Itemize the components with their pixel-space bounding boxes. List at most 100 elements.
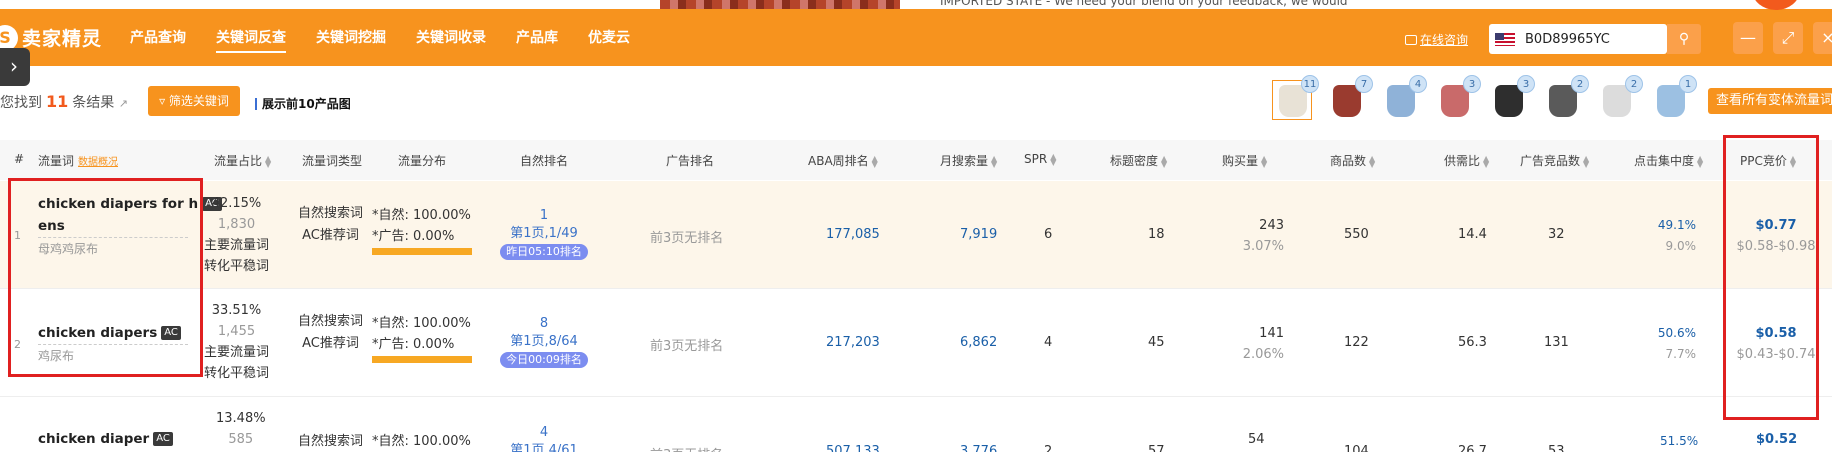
supply-demand-value: 14.4 (1458, 227, 1487, 242)
product-thumb[interactable]: 2 (1596, 75, 1643, 120)
aba-rank-value[interactable]: 507,133 (826, 444, 880, 452)
sort-icon[interactable]: ▲ ▼ (1161, 154, 1168, 168)
organic-rank-value[interactable]: 1 (498, 207, 590, 225)
organic-rank-page: 第1页,4/61 (510, 443, 578, 452)
col-traffic-share[interactable]: 流量占比 ▲ ▼ (214, 152, 272, 169)
sort-icon[interactable]: ▲ ▼ (1697, 154, 1704, 168)
product-thumb[interactable]: 1 (1650, 75, 1697, 120)
monthly-search-value[interactable]: 7,919 (960, 227, 997, 242)
col-product-count[interactable]: 商品数 ▲ ▼ (1330, 152, 1376, 169)
col-traffic-distribution: 流量分布 (398, 154, 447, 168)
sort-icon[interactable]: ▲ ▼ (1483, 154, 1490, 168)
asin-search-input[interactable]: B0D89965YC (1489, 24, 1667, 54)
search-button[interactable]: ⚲ (1667, 24, 1701, 54)
col-title-density[interactable]: 标题密度 ▲ ▼ (1110, 152, 1168, 169)
floating-assistant-icon[interactable] (1752, 0, 1800, 10)
ad-rank-value: 前3页无排名 (650, 339, 724, 354)
export-icon[interactable]: ↗ (119, 97, 128, 110)
monthly-search-value[interactable]: 3,776 (960, 444, 997, 452)
nav-product-library[interactable]: 产品库 (516, 27, 558, 53)
keyword-type-cell: 自然搜索词 AC推荐词 (298, 203, 363, 247)
organic-rank-page: 第1页,8/64 (510, 334, 578, 349)
filter-keywords-button[interactable]: ▿ 筛选关键词 (148, 86, 240, 116)
ppc-highlight-box (1723, 135, 1819, 420)
traffic-share-cell: 13.48% 585 (216, 408, 266, 450)
online-consult-link[interactable]: 在线咨询 (1405, 31, 1468, 48)
product-thumb[interactable]: 4 (1380, 75, 1427, 120)
col-aba-weekly-rank[interactable]: ABA周排名 ▲ ▼ (808, 152, 879, 169)
nav-youmaiyun[interactable]: 优麦云 (588, 27, 630, 53)
traffic-share-percent: 33.51% (211, 303, 262, 318)
aba-rank-value[interactable]: 177,085 (826, 227, 880, 242)
col-keyword-label: 流量词 (38, 154, 75, 168)
type-organic: 自然搜索词 (298, 206, 364, 221)
organic-rank-value[interactable]: 8 (498, 315, 590, 333)
minimize-button[interactable]: — (1733, 22, 1763, 54)
sort-icon[interactable]: ▲ ▼ (1050, 152, 1057, 166)
product-thumb[interactable]: 3 (1488, 75, 1535, 120)
col-organic-rank: 自然排名 (520, 154, 569, 168)
filter-keywords-label: 筛选关键词 (168, 94, 229, 108)
traffic-share-count: 585 (228, 432, 254, 447)
title-density-value: 18 (1148, 227, 1165, 242)
organic-rank-cell: 4 第1页,4/61 (498, 424, 590, 452)
thumb-count-badge: 4 (1409, 75, 1427, 93)
purchase-rate-value: 3.07% (1242, 239, 1284, 254)
product-thumb[interactable]: 3 (1434, 75, 1481, 120)
col-keyword[interactable]: 流量词 数据概况 (38, 152, 118, 169)
col-aba-label: ABA周排名 (808, 154, 869, 168)
click-concentration-secondary: 9.0% (1665, 239, 1697, 253)
col-supply-demand[interactable]: 供需比 ▲ ▼ (1444, 152, 1490, 169)
sort-icon[interactable]: ▲ ▼ (1369, 154, 1376, 168)
product-thumb[interactable]: 2 (1542, 75, 1589, 120)
purchases-value: 54 (1248, 432, 1265, 447)
aba-rank-value[interactable]: 217,203 (826, 335, 880, 350)
logo[interactable]: S 卖家精灵 (0, 24, 102, 51)
col-purchases[interactable]: 购买量 ▲ ▼ (1222, 152, 1268, 169)
us-flag-icon[interactable] (1495, 32, 1515, 46)
purchases-cell: 243 3.07% (1240, 215, 1284, 257)
spr-value: 4 (1044, 335, 1053, 350)
supply-demand-value: 26.7 (1458, 444, 1487, 452)
thumb-count-badge: 7 (1355, 75, 1373, 93)
keyword-text[interactable]: chicken diaper AC (38, 428, 173, 450)
sidebar-toggle[interactable]: › (0, 48, 30, 86)
thumb-count-badge: 2 (1625, 75, 1643, 93)
col-product-count-label: 商品数 (1330, 154, 1367, 168)
col-ad-competitors[interactable]: 广告竞品数 ▲ ▼ (1520, 152, 1590, 169)
title-density-value: 57 (1148, 444, 1165, 452)
top10-products-toggle[interactable]: 展示前10产品图 (255, 98, 351, 110)
product-thumb[interactable]: 7 (1326, 75, 1373, 120)
sort-icon[interactable]: ▲ ▼ (1583, 154, 1590, 168)
traffic-type-main: 主要流量词 (204, 238, 270, 253)
close-button[interactable]: × (1813, 22, 1832, 54)
type-ac-recommend: AC推荐词 (302, 228, 359, 243)
sort-icon[interactable]: ▲ ▼ (991, 154, 998, 168)
data-overview-link[interactable]: 数据概况 (78, 157, 118, 168)
sort-icon[interactable]: ▲ ▼ (265, 154, 272, 168)
nav-keyword-mining[interactable]: 关键词挖掘 (316, 27, 386, 53)
nav-keyword-index[interactable]: 关键词收录 (416, 27, 486, 53)
traffic-distribution-cell: *自然: 100.00% *广告: 0.00% (372, 313, 472, 364)
nav-product-query[interactable]: 产品查询 (130, 27, 186, 53)
sort-icon[interactable]: ▲ ▼ (872, 154, 879, 168)
traffic-share-count: 1,455 (217, 324, 256, 339)
sort-icon[interactable]: ▲ ▼ (1261, 154, 1268, 168)
main-nav: 产品查询 关键词反查 关键词挖掘 关键词收录 产品库 优麦云 (130, 27, 660, 53)
traffic-type-main: 主要流量词 (204, 345, 270, 360)
product-thumb[interactable]: 11 (1272, 75, 1319, 120)
organic-rank-value[interactable]: 4 (498, 424, 590, 442)
monthly-search-value[interactable]: 6,862 (960, 335, 997, 350)
col-spr[interactable]: SPR ▲ ▼ (1024, 152, 1057, 166)
col-click-concentration[interactable]: 点击集中度 ▲ ▼ (1634, 152, 1704, 169)
nav-keyword-reverse[interactable]: 关键词反查 (216, 27, 286, 53)
click-concentration-value: 49.1% (1657, 218, 1696, 232)
expand-button[interactable]: ⤢ (1773, 22, 1803, 54)
click-concentration-value: 51.5% (1660, 434, 1699, 448)
col-monthly-searches[interactable]: 月搜索量 ▲ ▼ (940, 152, 998, 169)
traffic-share-percent: 13.48% (216, 411, 266, 426)
chat-icon (1405, 34, 1417, 45)
ppc-value[interactable]: $0.52 (1756, 432, 1797, 447)
rank-time-tag: 昨日05:10排名 (500, 244, 588, 260)
view-all-variant-keywords-button[interactable]: 查看所有变体流量词 (1708, 88, 1832, 114)
